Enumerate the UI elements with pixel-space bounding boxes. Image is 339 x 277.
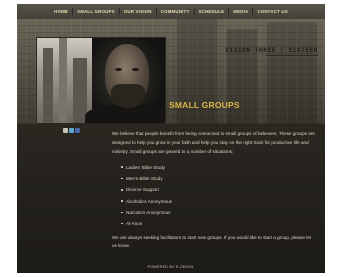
- website-frame: HOME SMALL GROUPS OUR VISION COMMUNITY S…: [17, 4, 325, 273]
- list-item: Alcoholics Anonymous: [121, 196, 317, 207]
- list-item: Al-Anon: [121, 218, 317, 229]
- nav-item-our-vision[interactable]: OUR VISION: [120, 9, 156, 14]
- header-photo: [36, 37, 166, 124]
- nav-item-community[interactable]: COMMUNITY: [157, 9, 194, 14]
- header-banner: HOME SMALL GROUPS OUR VISION COMMUNITY S…: [17, 4, 325, 124]
- nav-item-media[interactable]: MEDIA: [229, 9, 252, 14]
- closing-paragraph: We are always seeking facilitators to st…: [112, 234, 312, 249]
- intro-paragraph: We believe that people benefit from bein…: [112, 131, 315, 154]
- site-logo[interactable]: VISION THREE | SIXTEEN: [225, 47, 318, 54]
- groups-list: Ladies' Bible Study Men's Bible Study Di…: [112, 162, 317, 230]
- twitter-icon[interactable]: [69, 128, 74, 133]
- footer-credit[interactable]: POWERED BY E-ZEKIEL: [17, 265, 325, 269]
- page-title: SMALL GROUPS: [169, 100, 240, 110]
- list-item: Narcotics Anonymous: [121, 207, 317, 218]
- nav-item-schedule[interactable]: SCHEDULE: [195, 9, 229, 14]
- article-body: We believe that people benefit from bein…: [112, 130, 317, 251]
- nav-item-contact-us[interactable]: CONTACT US: [253, 9, 291, 14]
- list-item: Ladies' Bible Study: [121, 162, 317, 173]
- list-item: Men's Bible Study: [121, 173, 317, 184]
- main-navigation: HOME SMALL GROUPS OUR VISION COMMUNITY S…: [17, 4, 325, 19]
- facebook-icon[interactable]: [75, 128, 80, 133]
- nav-item-small-groups[interactable]: SMALL GROUPS: [73, 9, 119, 14]
- nav-item-home[interactable]: HOME: [50, 9, 72, 14]
- list-item: Divorce Support: [121, 184, 317, 195]
- email-icon[interactable]: [63, 128, 68, 133]
- main-content: We believe that people benefit from bein…: [17, 124, 325, 273]
- social-links: [63, 128, 80, 133]
